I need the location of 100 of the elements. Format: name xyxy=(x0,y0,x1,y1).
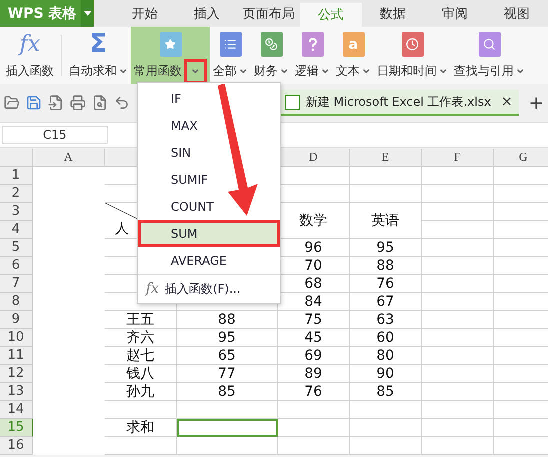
select-all-corner[interactable] xyxy=(0,149,33,167)
caret-icon[interactable] xyxy=(280,67,289,76)
table-cell[interactable] xyxy=(350,437,422,455)
table-cell[interactable]: 王五 xyxy=(105,311,177,329)
ribbon-tab[interactable]: 视图 xyxy=(486,0,548,27)
table-cell[interactable] xyxy=(422,275,494,293)
ribbon-tab[interactable]: 插入 xyxy=(176,0,238,27)
name-box[interactable]: C15 xyxy=(2,126,108,144)
column-header[interactable]: F xyxy=(422,149,494,167)
ribbon-button[interactable]: 日期和时间 xyxy=(374,27,451,84)
table-cell[interactable] xyxy=(177,437,278,455)
ribbon-tab[interactable]: 开始 xyxy=(114,0,176,27)
file-icon[interactable] xyxy=(48,95,64,111)
document-tab[interactable]: 新建 Microsoft Excel 工作表.xlsx × xyxy=(278,90,519,116)
table-cell[interactable] xyxy=(278,419,350,437)
table-cell[interactable] xyxy=(422,167,494,185)
table-cell[interactable] xyxy=(422,329,494,347)
row-header[interactable]: 1 xyxy=(0,167,33,185)
ribbon-button[interactable]: 常用函数 xyxy=(131,27,210,84)
ribbon-button[interactable]: 财务 xyxy=(251,27,292,84)
table-cell[interactable] xyxy=(350,185,422,203)
column-header[interactable]: D xyxy=(278,149,350,167)
table-cell[interactable] xyxy=(422,419,494,437)
menu-item[interactable]: SUMIF xyxy=(138,166,208,193)
menu-item[interactable]: AVERAGE xyxy=(138,247,227,274)
table-cell[interactable]: 76 xyxy=(278,383,350,401)
table-cell[interactable] xyxy=(422,239,494,257)
table-cell[interactable]: 95 xyxy=(177,329,278,347)
column-header[interactable]: G xyxy=(494,149,548,167)
ribbon-button[interactable]: 逻辑 xyxy=(292,27,333,84)
table-cell[interactable] xyxy=(422,257,494,275)
ribbon-tab[interactable]: 公式 xyxy=(300,3,362,27)
row-header[interactable]: 14 xyxy=(0,401,33,419)
ribbon-button[interactable]: 查找与引用 xyxy=(451,27,528,84)
table-cell[interactable]: 赵七 xyxy=(105,347,177,365)
table-cell[interactable]: 齐六 xyxy=(105,329,177,347)
ribbon-button[interactable]: 全部 xyxy=(210,27,251,84)
menu-item[interactable]: COUNT xyxy=(138,193,214,220)
row-header[interactable]: 7 xyxy=(0,275,33,293)
ribbon-button[interactable]: fx 插入函数 xyxy=(3,27,57,84)
table-cell[interactable] xyxy=(105,437,177,455)
table-cell[interactable]: 90 xyxy=(350,365,422,383)
caret-icon[interactable] xyxy=(239,67,248,76)
row-header[interactable]: 11 xyxy=(0,347,33,365)
table-cell[interactable]: 69 xyxy=(278,347,350,365)
menu-item[interactable]: SIN xyxy=(138,139,192,166)
table-cell[interactable] xyxy=(422,203,494,221)
table-cell[interactable]: 80 xyxy=(350,347,422,365)
undo-icon[interactable] xyxy=(114,95,130,111)
table-cell[interactable] xyxy=(278,401,350,419)
table-cell[interactable]: 89 xyxy=(278,365,350,383)
table-cell[interactable] xyxy=(350,401,422,419)
table-cell[interactable]: 77 xyxy=(177,365,278,383)
table-cell[interactable] xyxy=(105,401,177,419)
table-cell[interactable] xyxy=(422,401,494,419)
table-cell[interactable]: 95 xyxy=(350,239,422,257)
table-cell[interactable] xyxy=(422,365,494,383)
table-cell[interactable] xyxy=(422,383,494,401)
menu-item[interactable]: fx 插入函数(F)... xyxy=(138,274,280,303)
menu-item[interactable]: IF xyxy=(138,85,182,112)
new-tab-button[interactable]: + xyxy=(524,92,548,114)
table-cell[interactable] xyxy=(278,437,350,455)
preview-icon[interactable] xyxy=(92,95,108,111)
selected-cell[interactable] xyxy=(177,419,278,437)
row-header[interactable]: 9 xyxy=(0,311,33,329)
table-cell[interactable]: 45 xyxy=(278,329,350,347)
table-cell[interactable]: 60 xyxy=(350,329,422,347)
ribbon-tab[interactable]: 数据 xyxy=(362,0,424,27)
table-cell[interactable] xyxy=(350,419,422,437)
table-cell[interactable]: 钱八 xyxy=(105,365,177,383)
row-header[interactable]: 10 xyxy=(0,329,33,347)
table-cell[interactable]: 孙九 xyxy=(105,383,177,401)
table-cell[interactable]: 63 xyxy=(350,311,422,329)
caret-icon[interactable] xyxy=(516,67,525,76)
row-header[interactable]: 8 xyxy=(0,293,33,311)
table-cell[interactable] xyxy=(422,293,494,311)
table-cell[interactable] xyxy=(350,167,422,185)
ribbon-button[interactable]: Σ 自动求和 xyxy=(66,27,131,84)
column-header[interactable]: E xyxy=(350,149,422,167)
row-header[interactable]: 6 xyxy=(0,257,33,275)
table-cell[interactable]: 88 xyxy=(350,257,422,275)
table-cell[interactable]: 76 xyxy=(350,275,422,293)
table-cell[interactable]: 85 xyxy=(350,383,422,401)
column-header[interactable]: A xyxy=(33,149,105,167)
row-header[interactable]: 5 xyxy=(0,239,33,257)
ribbon-tab[interactable]: 页面布局 xyxy=(238,0,300,27)
table-cell[interactable] xyxy=(422,437,494,455)
table-cell[interactable]: 67 xyxy=(350,293,422,311)
ribbon-button[interactable]: a 文本 xyxy=(333,27,374,84)
table-cell[interactable]: 65 xyxy=(177,347,278,365)
print-icon[interactable] xyxy=(70,95,86,111)
caret-icon[interactable] xyxy=(119,67,128,76)
folder-icon[interactable] xyxy=(4,95,20,111)
row-header[interactable]: 4 xyxy=(0,221,33,239)
caret-icon[interactable] xyxy=(81,0,94,27)
caret-icon[interactable] xyxy=(362,67,371,76)
table-cell[interactable]: 88 xyxy=(177,311,278,329)
table-cell[interactable]: 75 xyxy=(278,311,350,329)
table-cell[interactable] xyxy=(422,311,494,329)
table-cell[interactable] xyxy=(422,221,494,239)
